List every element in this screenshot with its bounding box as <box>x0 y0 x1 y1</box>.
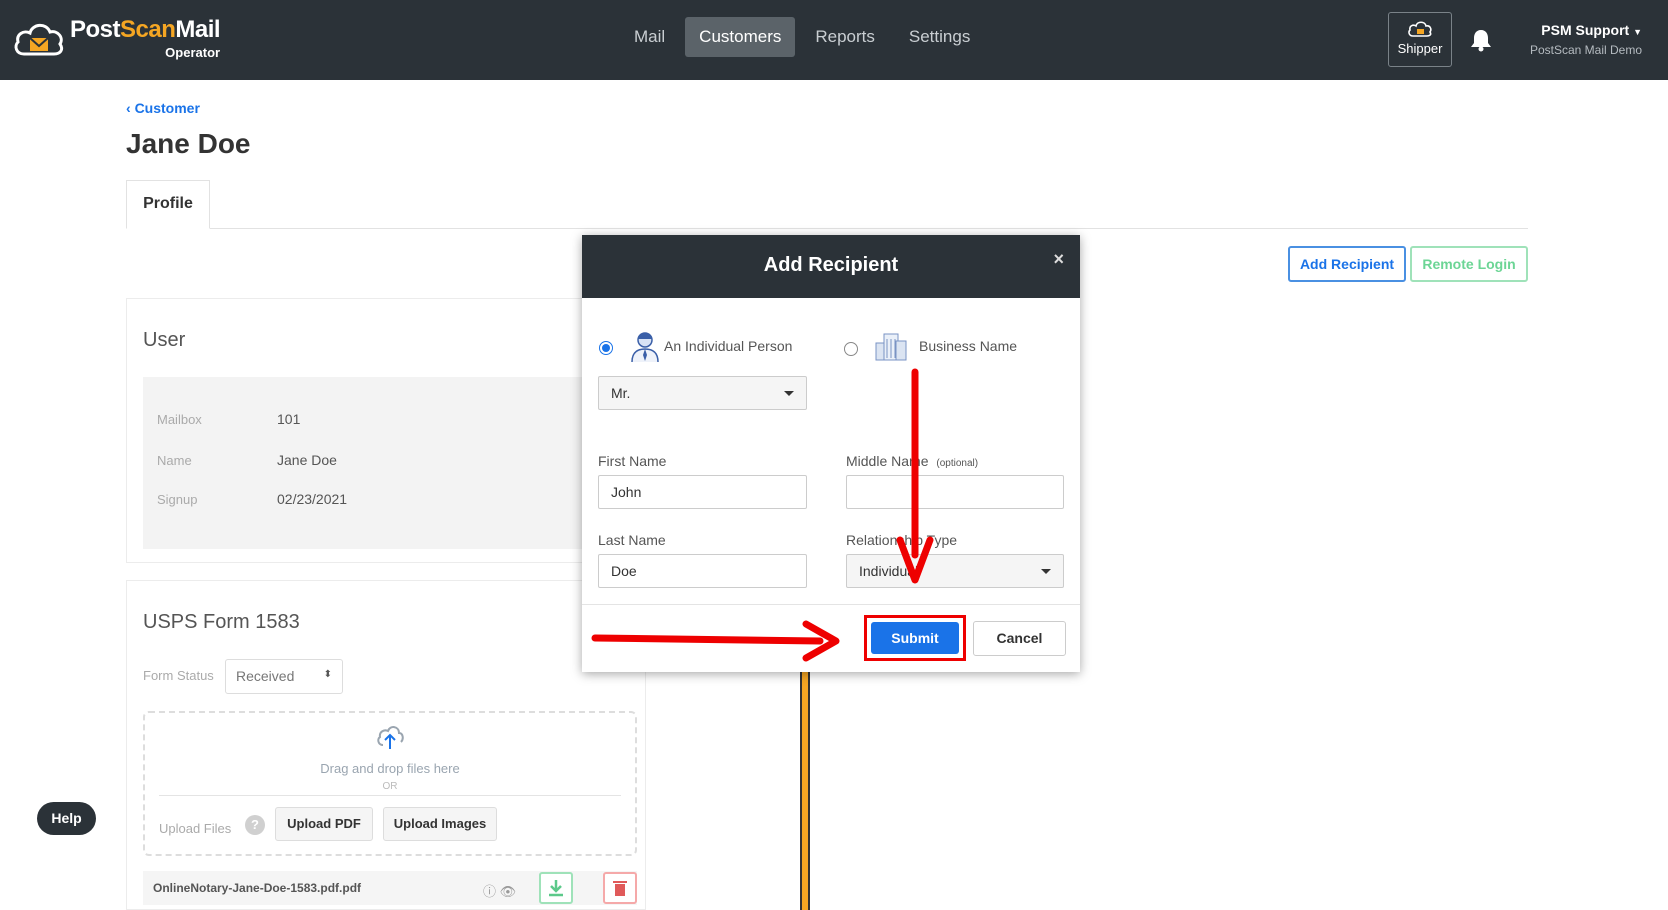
nav-customers[interactable]: Customers <box>685 17 796 57</box>
cloud-mail-logo-icon <box>14 23 64 56</box>
modal-header: Add Recipient × <box>582 235 1080 298</box>
chevron-left-icon: ‹ <box>126 100 131 116</box>
uploaded-file-row: OnlineNotary-Jane-Doe-1583.pdf.pdf ⓘ 👁 <box>143 871 637 905</box>
upload-files-label: Upload Files <box>159 821 232 836</box>
chevron-down-icon: ▼ <box>1633 27 1642 37</box>
upload-images-button[interactable]: Upload Images <box>383 807 497 841</box>
shipper-label: Shipper <box>1397 41 1443 56</box>
last-name-label: Last Name <box>598 532 666 548</box>
relationship-type-select[interactable]: Individual <box>846 554 1064 588</box>
user-name: PSM Support ▼ <box>1541 22 1642 38</box>
user-organization: PostScan Mail Demo <box>1529 43 1642 57</box>
logo-subtitle: Operator <box>165 45 221 60</box>
nav-settings[interactable]: Settings <box>895 17 984 57</box>
form-status-select[interactable]: Received ⬍ <box>225 659 343 694</box>
info-label: Mailbox <box>157 412 202 427</box>
info-icon[interactable]: ⓘ <box>483 884 496 899</box>
nav-mail[interactable]: Mail <box>620 17 679 57</box>
upload-pdf-button[interactable]: Upload PDF <box>275 807 373 841</box>
trash-icon <box>613 881 627 896</box>
usps-card-title: USPS Form 1583 <box>143 611 300 633</box>
last-name-input[interactable]: Doe <box>598 554 807 588</box>
add-recipient-modal: Add Recipient × An Individual Person Bus… <box>582 235 1080 672</box>
info-row-name: Name Jane Doe <box>157 452 337 468</box>
modal-footer-divider <box>582 604 1080 605</box>
usps-form-card: USPS Form 1583 Form Status Received ⬍ Dr… <box>126 580 646 910</box>
radio-individual[interactable] <box>599 341 613 355</box>
person-icon <box>631 332 659 363</box>
top-navbar: PostScanMail Operator Mail Customers Rep… <box>0 0 1668 80</box>
help-button[interactable]: Help <box>37 802 96 835</box>
radio-business[interactable] <box>844 342 858 356</box>
info-row-signup: Signup 02/23/2021 <box>157 491 347 507</box>
shipper-button[interactable]: Shipper <box>1388 12 1452 67</box>
middle-name-input[interactable] <box>846 475 1064 509</box>
first-name-input[interactable]: John <box>598 475 807 509</box>
cancel-button[interactable]: Cancel <box>973 621 1066 656</box>
user-info-panel: Mailbox 101 Name Jane Doe Signup 02/23/2021 <box>143 377 613 549</box>
middle-name-label: Middle Name (optional) <box>846 453 978 469</box>
relationship-type-label: Relationship Type <box>846 532 958 548</box>
form-status-value: Received <box>236 668 295 684</box>
dropzone-text: Drag and drop files here <box>320 761 460 776</box>
info-label: Signup <box>157 492 198 507</box>
salutation-select[interactable]: Mr. <box>598 376 807 410</box>
first-name-label: First Name <box>598 453 667 469</box>
caret-down-icon <box>784 391 794 396</box>
caret-down-icon <box>1041 569 1051 574</box>
info-value: Jane Doe <box>277 452 337 468</box>
submit-button[interactable]: Submit <box>871 622 959 654</box>
file-action-icons: ⓘ 👁 <box>483 881 516 900</box>
modal-title: Add Recipient <box>763 254 899 276</box>
eye-icon[interactable]: 👁 <box>500 884 517 899</box>
form-status-label: Form Status <box>143 668 214 683</box>
option-business-label[interactable]: Business Name <box>919 338 1017 354</box>
nav-reports[interactable]: Reports <box>801 17 889 57</box>
page-title: Jane Doe <box>126 128 251 159</box>
close-icon[interactable]: × <box>1053 249 1064 270</box>
user-card-title: User <box>143 329 186 351</box>
add-recipient-button[interactable]: Add Recipient <box>1288 246 1406 282</box>
shipper-cloud-icon <box>1408 21 1432 37</box>
info-row-mailbox: Mailbox 101 <box>157 411 300 427</box>
logo-wordmark: PostScanMail <box>70 16 221 43</box>
info-value: 02/23/2021 <box>277 491 348 507</box>
main-nav: Mail Customers Reports Settings <box>620 17 984 57</box>
option-individual-label[interactable]: An Individual Person <box>664 338 792 354</box>
info-value: 101 <box>277 411 301 427</box>
info-label: Name <box>157 453 192 468</box>
download-icon <box>549 880 563 897</box>
file-dropzone[interactable]: Drag and drop files here OR Upload Files… <box>143 711 637 856</box>
tab-profile[interactable]: Profile <box>126 180 210 229</box>
relationship-type-value: Individual <box>859 563 919 579</box>
help-question-icon[interactable]: ? <box>245 815 265 835</box>
middle-name-label-text: Middle Name <box>846 453 929 469</box>
app-logo[interactable]: PostScanMail Operator <box>12 16 221 60</box>
download-button[interactable] <box>539 872 573 904</box>
bell-icon[interactable] <box>1470 28 1492 52</box>
dropzone-divider <box>159 795 621 796</box>
remote-login-button[interactable]: Remote Login <box>1410 246 1528 282</box>
submit-highlight-box: Submit <box>864 615 966 661</box>
file-name: OnlineNotary-Jane-Doe-1583.pdf.pdf <box>153 881 362 895</box>
cloud-upload-icon <box>377 726 404 749</box>
user-menu[interactable]: PSM Support ▼ PostScan Mail Demo <box>1530 22 1642 57</box>
delete-button[interactable] <box>603 872 637 904</box>
dropzone-or: OR <box>382 781 398 792</box>
decorative-bar <box>800 640 810 910</box>
user-card: User Mailbox 101 Name Jane Doe Signup 02/23… <box>126 298 646 563</box>
sort-caret-icon: ⬍ <box>323 669 332 680</box>
building-icon <box>875 333 907 361</box>
back-to-customer-link[interactable]: ‹ Customer <box>126 100 200 116</box>
optional-hint: (optional) <box>936 458 979 469</box>
tabs-divider <box>126 228 1528 229</box>
salutation-value: Mr. <box>611 385 631 401</box>
